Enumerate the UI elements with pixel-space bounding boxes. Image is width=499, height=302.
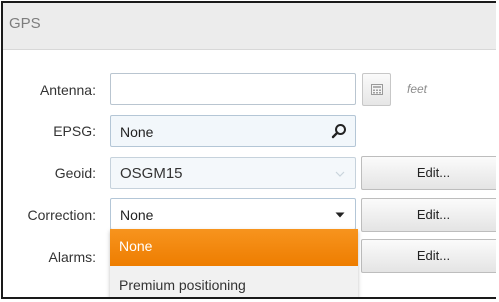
dropdown-option-label: Premium positioning — [119, 277, 246, 293]
calculator-icon — [371, 84, 383, 95]
antenna-unit: feet — [407, 82, 428, 96]
antenna-label: Antenna: — [39, 82, 96, 98]
dropdown-option-label: None — [119, 238, 153, 254]
alarms-edit-button[interactable]: Edit... — [361, 239, 496, 273]
correction-label: Correction: — [27, 207, 96, 223]
gps-settings-panel: GPS Antenna: feet EPSG: None Geoid: OSGM… — [1, 1, 496, 299]
antenna-input[interactable] — [110, 73, 356, 105]
correction-edit-button[interactable]: Edit... — [361, 198, 496, 232]
epsg-value: None — [120, 124, 154, 140]
geoid-edit-button[interactable]: Edit... — [361, 156, 496, 190]
panel-header: GPS — [3, 3, 496, 50]
correction-value: None — [120, 207, 154, 223]
correction-select[interactable]: None — [110, 198, 356, 230]
chevron-down-icon — [335, 212, 345, 218]
search-icon[interactable] — [331, 123, 347, 139]
antenna-calculator-button[interactable] — [362, 73, 391, 106]
dropdown-option-none[interactable]: None — [110, 229, 358, 266]
correction-dropdown-list: None Premium positioning — [110, 229, 358, 297]
alarms-label: Alarms: — [48, 249, 96, 265]
geoid-value: OSGM15 — [120, 165, 183, 182]
geoid-select[interactable]: OSGM15 — [110, 157, 356, 189]
epsg-label: EPSG: — [53, 123, 96, 139]
panel-title: GPS — [9, 15, 41, 32]
epsg-field[interactable]: None — [110, 115, 356, 147]
geoid-label: Geoid: — [54, 165, 96, 181]
dropdown-option-premium-positioning[interactable]: Premium positioning — [110, 266, 358, 297]
chevron-down-icon — [335, 171, 345, 177]
